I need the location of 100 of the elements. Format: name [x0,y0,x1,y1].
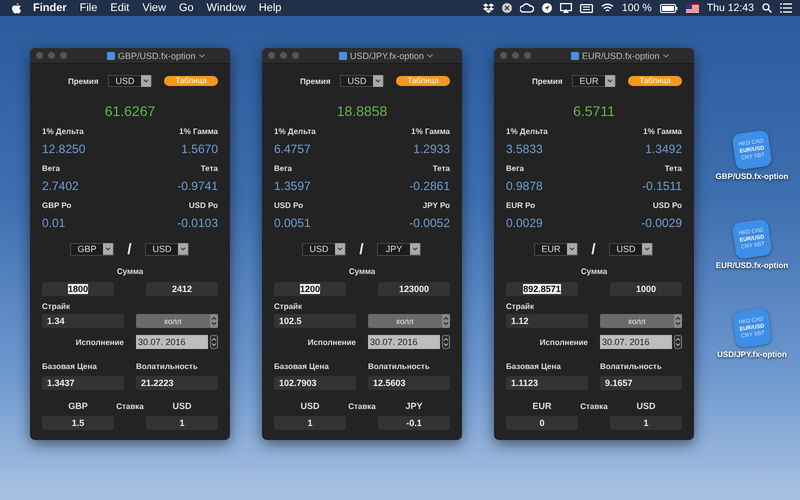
greek-value: 0.01 [42,215,66,231]
greek-label: Вега [506,163,526,174]
currency-select[interactable]: JPY [377,242,421,256]
rate-label: Ставка [579,400,609,412]
stepper-icon[interactable] [442,335,450,349]
circle-icon[interactable] [502,3,512,13]
currency-label: USD [635,400,656,412]
flag-icon[interactable] [686,4,699,12]
expiry-date-field[interactable]: 30.07. 2016 [600,335,672,349]
spot-field[interactable]: 1.1123 [506,376,588,390]
greek-value: 1.3492 [644,141,682,157]
apple-logo-icon[interactable] [12,2,21,14]
amount-field[interactable]: 123000 [378,282,450,296]
window-title: USD/JPY.fx-option [350,50,424,60]
airplay-icon[interactable] [560,3,572,13]
option-type-select[interactable]: колл [368,314,450,328]
option-type-select[interactable]: колл [600,314,682,328]
strike-label: Страйк [274,301,303,312]
file-label[interactable]: GBP/USD.fx-option [716,172,788,181]
greek-value: -0.0029 [640,215,682,231]
currency-select[interactable]: USD [145,242,189,256]
premium-value: 18.8858 [336,102,388,120]
amount-field[interactable]: 1800 [42,282,114,296]
rate-field[interactable]: -0.1 [378,416,450,430]
wifi-icon[interactable] [600,3,614,13]
greek-label: GBP Ро [42,200,72,211]
pair-separator: / [590,240,597,258]
amount-label: Сумма [580,266,608,277]
rate-field[interactable]: 1 [274,416,346,430]
spot-field[interactable]: 102.7903 [274,376,356,390]
currency-label: GBP [67,400,89,412]
rate-field[interactable]: 0 [506,416,578,430]
currency-select[interactable]: USD [609,242,653,256]
currency-select[interactable]: EUR [534,242,578,256]
file-label[interactable]: EUR/USD.fx-option [716,261,788,270]
menu-item[interactable]: View [142,2,166,14]
volatility-field[interactable]: 9.1657 [600,376,682,390]
greek-label: USD Ро [188,200,218,211]
menu-item[interactable]: File [80,2,98,14]
greek-label: Вега [274,163,294,174]
menu-item[interactable]: Window [206,2,246,14]
spot-label: Базовая Цена [506,361,562,372]
greek-value: 1.3597 [274,178,312,194]
currency-select[interactable]: USD [108,75,152,87]
amount-label: Сумма [348,266,376,277]
expiry-date-field[interactable]: 30.07. 2016 [368,335,440,349]
strike-label: Страйк [42,301,71,312]
amount-field[interactable]: 892.8571 [506,282,578,296]
rate-field[interactable]: 1.5 [42,416,114,430]
menu-item[interactable]: Go [178,2,194,14]
strike-field[interactable]: 1.12 [506,314,588,328]
currency-select[interactable]: GBP [70,242,114,256]
currency-select[interactable]: EUR [572,75,616,87]
dropbox-icon[interactable] [482,3,494,13]
expiry-date-field[interactable]: 30.07. 2016 [136,335,208,349]
volatility-field[interactable]: 12.5603 [368,376,450,390]
rate-field[interactable]: 1 [610,416,682,430]
currency-select[interactable]: USD [302,242,346,256]
menu-item[interactable]: Help [258,2,282,14]
volatility-label: Волатильность [368,361,431,372]
search-icon[interactable] [762,3,772,13]
window-title: EUR/USD.fx-option [582,50,660,60]
currency-select[interactable]: USD [340,75,384,87]
greek-label: EUR Ро [506,200,536,211]
option-type-select[interactable]: колл [136,314,218,328]
greek-label: 1% Дельта [42,126,85,137]
list-icon[interactable] [780,3,792,13]
greek-value: 12.8250 [42,141,86,157]
stepper-icon[interactable] [674,335,682,349]
greek-label: Тета [664,163,682,174]
spot-field[interactable]: 1.3437 [42,376,124,390]
location-icon[interactable] [542,3,552,13]
chevron-icon[interactable] [426,54,433,58]
volatility-field[interactable]: 21.2223 [136,376,218,390]
keyboard-icon[interactable] [580,4,593,12]
premium-value: 61.6267 [104,102,156,120]
amount-field[interactable]: 2412 [146,282,218,296]
menu-item[interactable]: Finder [33,2,67,14]
currency-label: JPY [404,400,424,412]
stepper-icon[interactable] [210,335,218,349]
expiry-label: Исполнение [74,336,124,348]
strike-field[interactable]: 102.5 [274,314,356,328]
document-icon [571,52,579,60]
stepper-icon [442,314,450,328]
menu-item[interactable]: Edit [110,2,130,14]
rate-field[interactable]: 1 [146,416,218,430]
cloud-icon[interactable] [520,3,534,13]
greek-label: Тета [200,163,218,174]
greek-label: 1% Гамма [410,126,450,137]
greek-value: -0.9741 [176,178,218,194]
amount-label: Сумма [116,266,144,277]
strike-field[interactable]: 1.34 [42,314,124,328]
chevron-icon[interactable] [198,54,205,58]
menu-clock[interactable]: Thu 12:43 [706,2,754,14]
battery-percentage: 100 % [622,2,652,14]
amount-field[interactable]: 1000 [610,282,682,296]
chevron-icon[interactable] [662,54,669,58]
greek-value: -0.0052 [408,215,450,231]
amount-field[interactable]: 1200 [274,282,346,296]
battery-icon[interactable] [660,4,678,12]
